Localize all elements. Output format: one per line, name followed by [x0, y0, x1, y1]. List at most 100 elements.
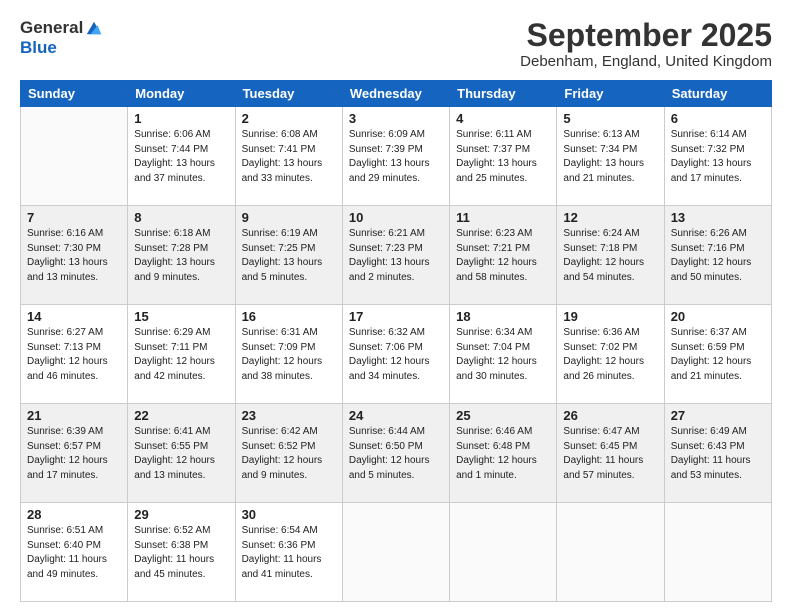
calendar-week-5: 28 Sunrise: 6:51 AM Sunset: 6:40 PM Dayli…	[21, 503, 772, 602]
day-number: 14	[27, 309, 121, 324]
day-number: 13	[671, 210, 765, 225]
calendar-cell: 11 Sunrise: 6:23 AM Sunset: 7:21 PM Dayli…	[450, 206, 557, 305]
day-number: 3	[349, 111, 443, 126]
logo-icon	[85, 19, 103, 37]
day-info: Sunrise: 6:08 AM Sunset: 7:41 PM Dayligh…	[242, 128, 336, 186]
day-info: Sunrise: 6:16 AM Sunset: 7:30 PM Dayligh…	[27, 227, 121, 285]
calendar-cell: 27Sunrise: 6:49 AM Sunset: 6:43 PM Dayli…	[664, 404, 771, 503]
day-number: 4	[456, 111, 550, 126]
calendar: SundayMondayTuesdayWednesdayThursdayFrid…	[20, 80, 772, 602]
day-number: 23	[242, 408, 336, 423]
col-header-friday: Friday	[557, 81, 664, 107]
day-info: Sunrise: 6:52 AM Sunset: 6:38 PM Dayligh…	[134, 524, 228, 582]
day-info: Sunrise: 6:18 AM Sunset: 7:28 PM Dayligh…	[134, 227, 228, 285]
day-info: Sunrise: 6:23 AM Sunset: 7:21 PM Dayligh…	[456, 227, 550, 285]
day-number: 28	[27, 507, 121, 522]
day-number: 18	[456, 309, 550, 324]
day-info: Sunrise: 6:24 AM Sunset: 7:18 PM Dayligh…	[563, 227, 657, 285]
location: Debenham, England, United Kingdom	[520, 53, 772, 70]
calendar-week-1: 1Sunrise: 6:06 AM Sunset: 7:44 PM Daylig…	[21, 107, 772, 206]
calendar-cell: 28 Sunrise: 6:51 AM Sunset: 6:40 PM Dayli…	[21, 503, 128, 602]
calendar-cell: 25 Sunrise: 6:46 AM Sunset: 6:48 PM Dayli…	[450, 404, 557, 503]
calendar-cell	[450, 503, 557, 602]
col-header-thursday: Thursday	[450, 81, 557, 107]
calendar-cell: 23 Sunrise: 6:42 AM Sunset: 6:52 PM Dayli…	[235, 404, 342, 503]
calendar-cell: 29 Sunrise: 6:52 AM Sunset: 6:38 PM Dayli…	[128, 503, 235, 602]
day-number: 5	[563, 111, 657, 126]
logo: General Blue	[20, 18, 103, 58]
day-info: Sunrise: 6:47 AM Sunset: 6:45 PM Dayligh…	[563, 425, 657, 483]
calendar-cell: 4 Sunrise: 6:11 AM Sunset: 7:37 PM Daylig…	[450, 107, 557, 206]
day-info: Sunrise: 6:14 AM Sunset: 7:32 PM Dayligh…	[671, 128, 765, 186]
calendar-cell: 22Sunrise: 6:41 AM Sunset: 6:55 PM Dayli…	[128, 404, 235, 503]
day-number: 25	[456, 408, 550, 423]
day-info: Sunrise: 6:29 AM Sunset: 7:11 PM Dayligh…	[134, 326, 228, 384]
calendar-cell: 6 Sunrise: 6:14 AM Sunset: 7:32 PM Daylig…	[664, 107, 771, 206]
day-info: Sunrise: 6:27 AM Sunset: 7:13 PM Dayligh…	[27, 326, 121, 384]
calendar-cell: 17Sunrise: 6:32 AM Sunset: 7:06 PM Dayli…	[342, 305, 449, 404]
calendar-header-row: SundayMondayTuesdayWednesdayThursdayFrid…	[21, 81, 772, 107]
col-header-tuesday: Tuesday	[235, 81, 342, 107]
day-number: 19	[563, 309, 657, 324]
calendar-week-3: 14 Sunrise: 6:27 AM Sunset: 7:13 PM Dayli…	[21, 305, 772, 404]
page: General Blue September 2025 Debenham, En…	[0, 0, 792, 612]
calendar-cell: 13 Sunrise: 6:26 AM Sunset: 7:16 PM Dayli…	[664, 206, 771, 305]
title-block: September 2025 Debenham, England, United…	[520, 18, 772, 70]
calendar-cell: 14 Sunrise: 6:27 AM Sunset: 7:13 PM Dayli…	[21, 305, 128, 404]
calendar-cell: 1Sunrise: 6:06 AM Sunset: 7:44 PM Daylig…	[128, 107, 235, 206]
header: General Blue September 2025 Debenham, En…	[20, 18, 772, 70]
calendar-cell: 3 Sunrise: 6:09 AM Sunset: 7:39 PM Daylig…	[342, 107, 449, 206]
calendar-cell: 21Sunrise: 6:39 AM Sunset: 6:57 PM Dayli…	[21, 404, 128, 503]
calendar-cell: 24 Sunrise: 6:44 AM Sunset: 6:50 PM Dayli…	[342, 404, 449, 503]
calendar-cell: 19Sunrise: 6:36 AM Sunset: 7:02 PM Dayli…	[557, 305, 664, 404]
day-number: 27	[671, 408, 765, 423]
calendar-week-2: 7 Sunrise: 6:16 AM Sunset: 7:30 PM Daylig…	[21, 206, 772, 305]
day-number: 16	[242, 309, 336, 324]
month-title: September 2025	[520, 18, 772, 53]
calendar-cell: 18 Sunrise: 6:34 AM Sunset: 7:04 PM Dayli…	[450, 305, 557, 404]
calendar-cell	[21, 107, 128, 206]
day-number: 7	[27, 210, 121, 225]
day-info: Sunrise: 6:26 AM Sunset: 7:16 PM Dayligh…	[671, 227, 765, 285]
col-header-saturday: Saturday	[664, 81, 771, 107]
day-info: Sunrise: 6:54 AM Sunset: 6:36 PM Dayligh…	[242, 524, 336, 582]
day-number: 24	[349, 408, 443, 423]
calendar-cell: 2Sunrise: 6:08 AM Sunset: 7:41 PM Daylig…	[235, 107, 342, 206]
day-number: 30	[242, 507, 336, 522]
calendar-cell: 20 Sunrise: 6:37 AM Sunset: 6:59 PM Dayli…	[664, 305, 771, 404]
day-number: 11	[456, 210, 550, 225]
day-info: Sunrise: 6:09 AM Sunset: 7:39 PM Dayligh…	[349, 128, 443, 186]
day-info: Sunrise: 6:46 AM Sunset: 6:48 PM Dayligh…	[456, 425, 550, 483]
day-number: 6	[671, 111, 765, 126]
calendar-cell: 30 Sunrise: 6:54 AM Sunset: 6:36 PM Dayli…	[235, 503, 342, 602]
calendar-week-4: 21Sunrise: 6:39 AM Sunset: 6:57 PM Dayli…	[21, 404, 772, 503]
calendar-cell: 10 Sunrise: 6:21 AM Sunset: 7:23 PM Dayli…	[342, 206, 449, 305]
day-number: 15	[134, 309, 228, 324]
calendar-cell: 26Sunrise: 6:47 AM Sunset: 6:45 PM Dayli…	[557, 404, 664, 503]
logo-blue-text: Blue	[20, 38, 57, 58]
day-number: 21	[27, 408, 121, 423]
day-info: Sunrise: 6:37 AM Sunset: 6:59 PM Dayligh…	[671, 326, 765, 384]
day-info: Sunrise: 6:21 AM Sunset: 7:23 PM Dayligh…	[349, 227, 443, 285]
col-header-sunday: Sunday	[21, 81, 128, 107]
day-number: 8	[134, 210, 228, 225]
day-number: 29	[134, 507, 228, 522]
col-header-wednesday: Wednesday	[342, 81, 449, 107]
day-number: 10	[349, 210, 443, 225]
day-info: Sunrise: 6:11 AM Sunset: 7:37 PM Dayligh…	[456, 128, 550, 186]
calendar-cell: 16 Sunrise: 6:31 AM Sunset: 7:09 PM Dayli…	[235, 305, 342, 404]
day-info: Sunrise: 6:51 AM Sunset: 6:40 PM Dayligh…	[27, 524, 121, 582]
day-info: Sunrise: 6:44 AM Sunset: 6:50 PM Dayligh…	[349, 425, 443, 483]
calendar-cell: 9Sunrise: 6:19 AM Sunset: 7:25 PM Daylig…	[235, 206, 342, 305]
day-number: 12	[563, 210, 657, 225]
day-info: Sunrise: 6:41 AM Sunset: 6:55 PM Dayligh…	[134, 425, 228, 483]
calendar-cell: 7 Sunrise: 6:16 AM Sunset: 7:30 PM Daylig…	[21, 206, 128, 305]
calendar-cell: 15 Sunrise: 6:29 AM Sunset: 7:11 PM Dayli…	[128, 305, 235, 404]
calendar-cell	[664, 503, 771, 602]
day-info: Sunrise: 6:34 AM Sunset: 7:04 PM Dayligh…	[456, 326, 550, 384]
day-info: Sunrise: 6:42 AM Sunset: 6:52 PM Dayligh…	[242, 425, 336, 483]
day-number: 20	[671, 309, 765, 324]
day-info: Sunrise: 6:31 AM Sunset: 7:09 PM Dayligh…	[242, 326, 336, 384]
day-number: 1	[134, 111, 228, 126]
col-header-monday: Monday	[128, 81, 235, 107]
